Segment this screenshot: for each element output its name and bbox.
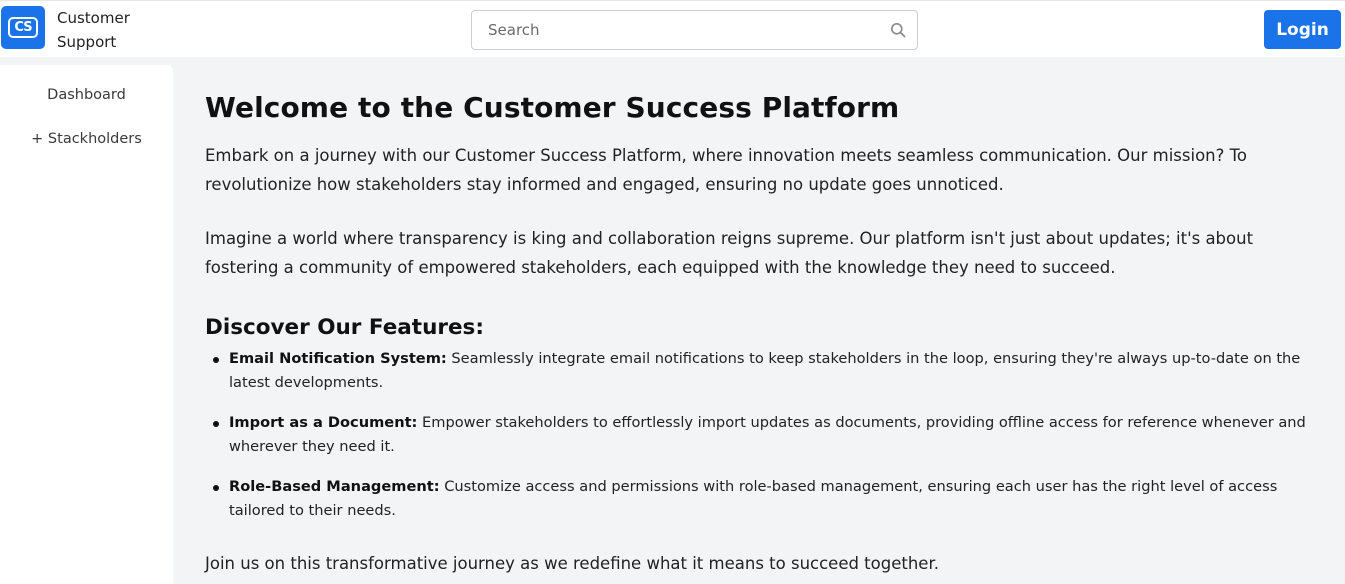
brand-name: Customer Support (57, 6, 167, 54)
search-input[interactable] (472, 11, 917, 49)
vision-paragraph: Imagine a world where transparency is ki… (205, 229, 1254, 277)
cs-logo-icon[interactable]: CS (1, 6, 45, 49)
brand-line-2: Support (57, 33, 117, 51)
sidebar: Dashboard + Stackholders (0, 65, 173, 584)
feature-name: Email Notification System: (229, 350, 447, 367)
features-list: Email Notification System: Seamlessly in… (205, 347, 1330, 523)
main-content: Welcome to the Customer Success Platform… (205, 88, 1330, 578)
list-item-role-based-management: Role-Based Management: Customize access … (205, 475, 1330, 523)
login-button[interactable]: Login (1264, 10, 1341, 49)
page-title: Welcome to the Customer Success Platform (205, 91, 900, 124)
closing-paragraph: Join us on this transformative journey a… (205, 554, 939, 573)
logo-text: CS (8, 17, 38, 38)
list-item-import-document: Import as a Document: Empower stakeholde… (205, 411, 1330, 459)
search-icon[interactable] (890, 22, 906, 38)
top-navigation-bar: CS Customer Support Login (0, 0, 1345, 57)
features-heading: Discover Our Features: (205, 315, 484, 340)
sidebar-item-dashboard[interactable]: Dashboard (0, 87, 173, 103)
feature-name: Role-Based Management: (229, 478, 440, 495)
intro-paragraph: Embark on a journey with our Customer Su… (205, 146, 1247, 194)
sidebar-item-stackholders[interactable]: + Stackholders (0, 131, 173, 147)
brand-line-1: Customer (57, 9, 130, 27)
feature-name: Import as a Document: (229, 414, 418, 431)
search-box (471, 10, 918, 50)
list-item-email-notification: Email Notification System: Seamlessly in… (205, 347, 1330, 395)
